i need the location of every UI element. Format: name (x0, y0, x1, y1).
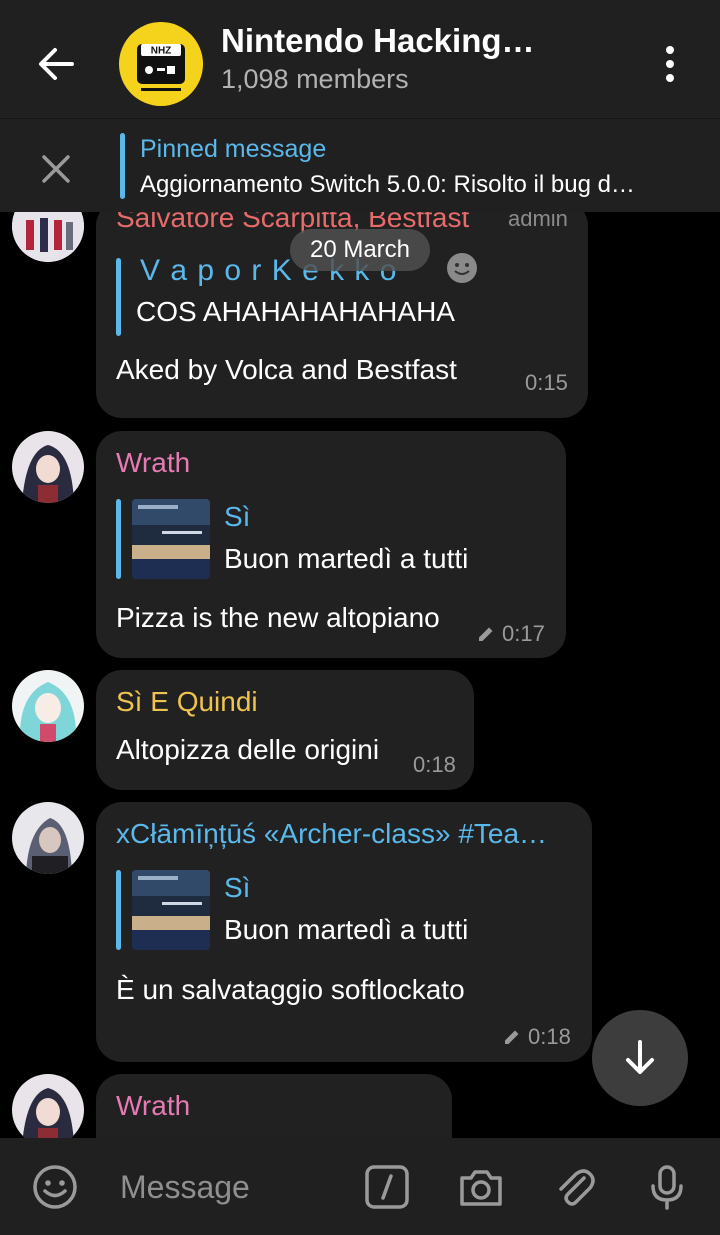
message-text: Aked by Volca and Bestfast (116, 354, 457, 385)
message-time-group: 0:18 (502, 1024, 571, 1053)
reply-thumbnail (132, 499, 210, 579)
sender-name[interactable]: Sì E Quindi (116, 686, 258, 718)
message-input[interactable] (120, 1164, 340, 1210)
pinned-message-bar[interactable]: Pinned message Aggiornamento Switch 5.0.… (0, 118, 720, 212)
avatar[interactable] (12, 1074, 84, 1138)
avatar[interactable] (12, 212, 84, 262)
avatar[interactable] (12, 431, 84, 503)
reply-thumbnail (132, 870, 210, 950)
member-count: 1,098 members (221, 64, 409, 94)
edit-pencil-icon (502, 1027, 522, 1053)
attach-icon[interactable] (550, 1162, 600, 1212)
chat-title[interactable]: Nintendo Hacking… (221, 22, 601, 60)
sender-name[interactable]: Wrath (116, 1090, 190, 1122)
group-avatar-text: NHZ (151, 46, 172, 57)
message-time: 0:18 (528, 1024, 571, 1049)
reply-text: COS AHAHAHAHAHAHA (136, 296, 455, 327)
chat-header: NHZ Nintendo Hacking… 1,098 members (0, 0, 720, 118)
message-list[interactable]: Salvatore Scarpitta, Bestfast admin V a … (0, 212, 720, 1138)
pinned-accent-bar (120, 133, 125, 199)
avatar[interactable] (12, 670, 84, 742)
message-bubble[interactable]: Sì E Quindi Altopizza delle origini 0:18 (96, 670, 474, 790)
group-avatar[interactable]: NHZ (119, 22, 203, 106)
date-divider: 20 March (290, 229, 430, 271)
arrow-down-icon (626, 1040, 654, 1074)
avatar[interactable] (12, 802, 84, 874)
reply-accent-bar (116, 258, 121, 336)
mic-icon[interactable] (642, 1162, 692, 1212)
pinned-text: Aggiornamento Switch 5.0.0: Risolto il b… (140, 171, 635, 198)
sender-name[interactable]: Wrath (116, 447, 190, 479)
emoji-face-icon (446, 252, 478, 284)
message-text: Altopizza delle origini (116, 734, 380, 765)
reply-text: Buon martedì a tutti (224, 543, 469, 574)
message-text: Pizza is the new altopiano (116, 602, 440, 633)
pinned-label: Pinned message (140, 135, 327, 163)
message-time: 0:18 (413, 752, 456, 777)
reply-accent-bar (116, 870, 121, 950)
admin-badge: admin (508, 212, 568, 231)
edit-pencil-icon (476, 624, 496, 650)
back-arrow-icon[interactable] (28, 36, 84, 92)
message-composer (0, 1138, 720, 1235)
message-time-group: 0:17 (476, 621, 545, 650)
more-vert-icon[interactable] (650, 40, 690, 88)
reply-accent-bar (116, 499, 121, 579)
message-time: 0:17 (502, 621, 545, 646)
message-bubble[interactable]: xCłāmīņțūś «Archer-class» #Tea… Sì Buon … (96, 802, 592, 1062)
bot-command-icon[interactable] (362, 1162, 412, 1212)
sender-name[interactable]: xCłāmīņțūś «Archer-class» #Tea… (116, 818, 576, 850)
emoji-icon[interactable] (30, 1162, 80, 1212)
close-icon[interactable] (34, 147, 78, 191)
reply-sender-name: Sì (224, 872, 251, 903)
reply-text: Buon martedì a tutti (224, 914, 469, 945)
camera-icon[interactable] (456, 1162, 506, 1212)
message-text: È un salvataggio softlockato (116, 974, 465, 1005)
message-time: 0:15 (525, 370, 568, 395)
message-bubble[interactable]: Wrath (96, 1074, 452, 1138)
message-bubble[interactable]: Wrath Sì Buon martedì a tutti Pizza is t… (96, 431, 566, 658)
scroll-down-button[interactable] (592, 1010, 688, 1106)
reply-sender-name: Sì (224, 501, 251, 532)
